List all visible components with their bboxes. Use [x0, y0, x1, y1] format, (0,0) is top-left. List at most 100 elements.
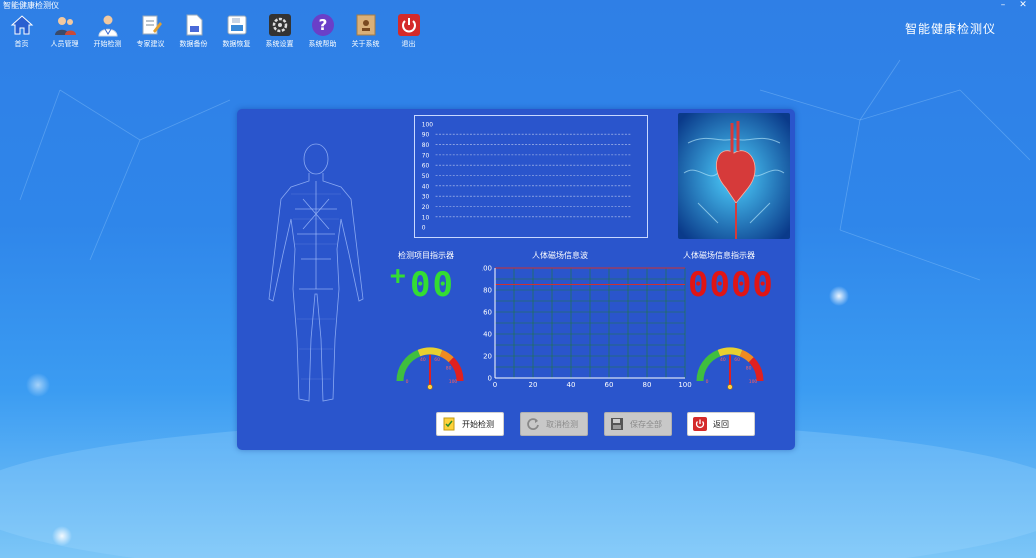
field-indicator-label: 人体磁场信息指示器 [683, 251, 755, 260]
window-title: 智能健康检测仪 [3, 1, 59, 10]
mini-chart-tick-label: 90 [422, 133, 430, 139]
item-indicator-value: 00 [410, 265, 455, 305]
field-indicator-value: 0000 [688, 265, 774, 305]
gauge-arc-segment [396, 349, 421, 382]
gauge-tick-label: 40 [420, 357, 426, 363]
toolbar-label: 人员管理 [50, 40, 79, 48]
power-icon [693, 417, 707, 431]
toolbar-label: 数据恢复 [222, 40, 251, 48]
item-gauge: 0 40 60 80 100 [396, 347, 464, 390]
power-icon [396, 12, 422, 38]
gauge-arc-segment [439, 349, 454, 363]
chart-y-tick-label: 20 [483, 353, 492, 361]
magnetic-wave-chart: 0 20 40 60 80 100 0 20 40 60 80 100 [482, 265, 692, 390]
chart-y-tick-label: 0 [488, 375, 492, 383]
field-gauge: 0 40 60 80 100 [696, 347, 764, 390]
wave-chart-title: 人体磁场信息波 [532, 251, 588, 260]
note-edit-icon [138, 12, 164, 38]
toolbar-label: 专家建议 [136, 40, 165, 48]
save-all-label: 保存全部 [630, 419, 662, 429]
mini-chart-tick-label: 40 [422, 184, 430, 190]
document-start-icon [442, 417, 456, 431]
cancel-test-label: 取消检测 [546, 419, 578, 429]
toolbar: 首页 人员管理 开始检测 专家建议 数据备份 数据恢复 系统设置 ? 系统帮助 … [0, 12, 430, 52]
gauge-tick-label: 40 [720, 357, 726, 363]
item-indicator-label: 检测项目指示器 [398, 251, 454, 260]
gauge-tick-label: 80 [746, 365, 752, 371]
mini-chart-tick-label: 30 [422, 195, 430, 201]
mini-chart-tick-label: 20 [422, 205, 430, 211]
toolbar-data-backup[interactable]: 数据备份 [172, 12, 215, 50]
back-button[interactable]: 返回 [687, 412, 755, 436]
toolbar-expert-advice[interactable]: 专家建议 [129, 12, 172, 50]
main-panel: 100 90 80 70 60 50 40 30 20 10 0 检测项目指示器 + 00 人体磁场… [237, 109, 795, 450]
toolbar-label: 数据备份 [179, 40, 208, 48]
toolbar-label: 退出 [401, 40, 416, 48]
refresh-icon [526, 417, 540, 431]
toolbar-data-restore[interactable]: 数据恢复 [215, 12, 258, 50]
back-label: 返回 [713, 419, 729, 429]
mini-chart-tick-label: 50 [422, 174, 430, 180]
cancel-test-button[interactable]: 取消检测 [520, 412, 588, 436]
gauge-arc-segment [748, 357, 764, 382]
help-icon: ? [310, 12, 336, 38]
mini-chart-tick-label: 0 [422, 226, 426, 232]
toolbar-help[interactable]: ? 系统帮助 [301, 12, 344, 50]
chart-y-tick-label: 40 [483, 331, 492, 339]
save-disk-icon [610, 417, 624, 431]
close-button[interactable]: ✕ [1016, 0, 1030, 12]
gauge-tick-label: 60 [434, 357, 440, 363]
app-title: 智能健康检测仪 [904, 22, 996, 36]
toolbar-start-test[interactable]: 开始检测 [86, 12, 129, 50]
gauge-arc-segment [739, 349, 754, 363]
start-test-button[interactable]: 开始检测 [436, 412, 504, 436]
toolbar-home[interactable]: 首页 [0, 12, 43, 50]
document-backup-icon [181, 12, 207, 38]
home-icon [9, 12, 35, 38]
gauge-tick-label: 0 [706, 379, 709, 385]
toolbar-label: 首页 [14, 40, 29, 48]
mini-trend-chart: 1009080706050403020100 [414, 115, 648, 238]
gauge-tick-label: 0 [406, 379, 409, 385]
item-indicator-sign: + [390, 261, 406, 291]
toolbar-users[interactable]: 人员管理 [43, 12, 86, 50]
toolbar-label: 系统设置 [265, 40, 294, 48]
save-all-button[interactable]: 保存全部 [604, 412, 672, 436]
restore-icon [224, 12, 250, 38]
minimize-button[interactable]: – [996, 0, 1010, 12]
toolbar-label: 系统帮助 [308, 40, 337, 48]
mini-chart-tick-label: 70 [422, 153, 430, 159]
gauge-pivot [727, 384, 733, 390]
gauge-tick-label: 60 [734, 357, 740, 363]
toolbar-label: 开始检测 [93, 40, 122, 48]
chart-x-tick-label: 20 [529, 381, 538, 389]
gauge-arc-segment [696, 349, 721, 382]
mini-chart-tick-label: 10 [422, 215, 430, 221]
users-icon [52, 12, 78, 38]
mini-chart-tick-label: 60 [422, 164, 430, 170]
toolbar-exit[interactable]: 退出 [387, 12, 430, 50]
toolbar-about[interactable]: 关于系统 [344, 12, 387, 50]
gauge-tick-label: 100 [749, 379, 758, 385]
chart-y-tick-label: 60 [483, 309, 492, 317]
chart-x-tick-label: 0 [493, 381, 497, 389]
chart-y-tick-label: 80 [483, 287, 492, 295]
toolbar-label: 关于系统 [351, 40, 380, 48]
toolbar-settings[interactable]: 系统设置 [258, 12, 301, 50]
doctor-icon [95, 12, 121, 38]
mini-chart-tick-label: 80 [422, 143, 430, 149]
heart-anatomy-image [678, 113, 790, 239]
chart-x-tick-label: 60 [605, 381, 614, 389]
gauge-arc-segment [717, 347, 743, 357]
about-icon [353, 12, 379, 38]
gauge-pivot [427, 384, 433, 390]
chart-x-tick-label: 100 [678, 381, 691, 389]
gauge-arc-segment [417, 347, 443, 357]
gauge-tick-label: 80 [446, 365, 452, 371]
chart-x-tick-label: 40 [567, 381, 576, 389]
gauge-tick-label: 100 [449, 379, 458, 385]
gauge-arc-segment [448, 357, 464, 382]
chart-x-tick-label: 80 [643, 381, 652, 389]
mini-chart-tick-label: 100 [422, 122, 433, 128]
start-test-label: 开始检测 [462, 419, 494, 429]
